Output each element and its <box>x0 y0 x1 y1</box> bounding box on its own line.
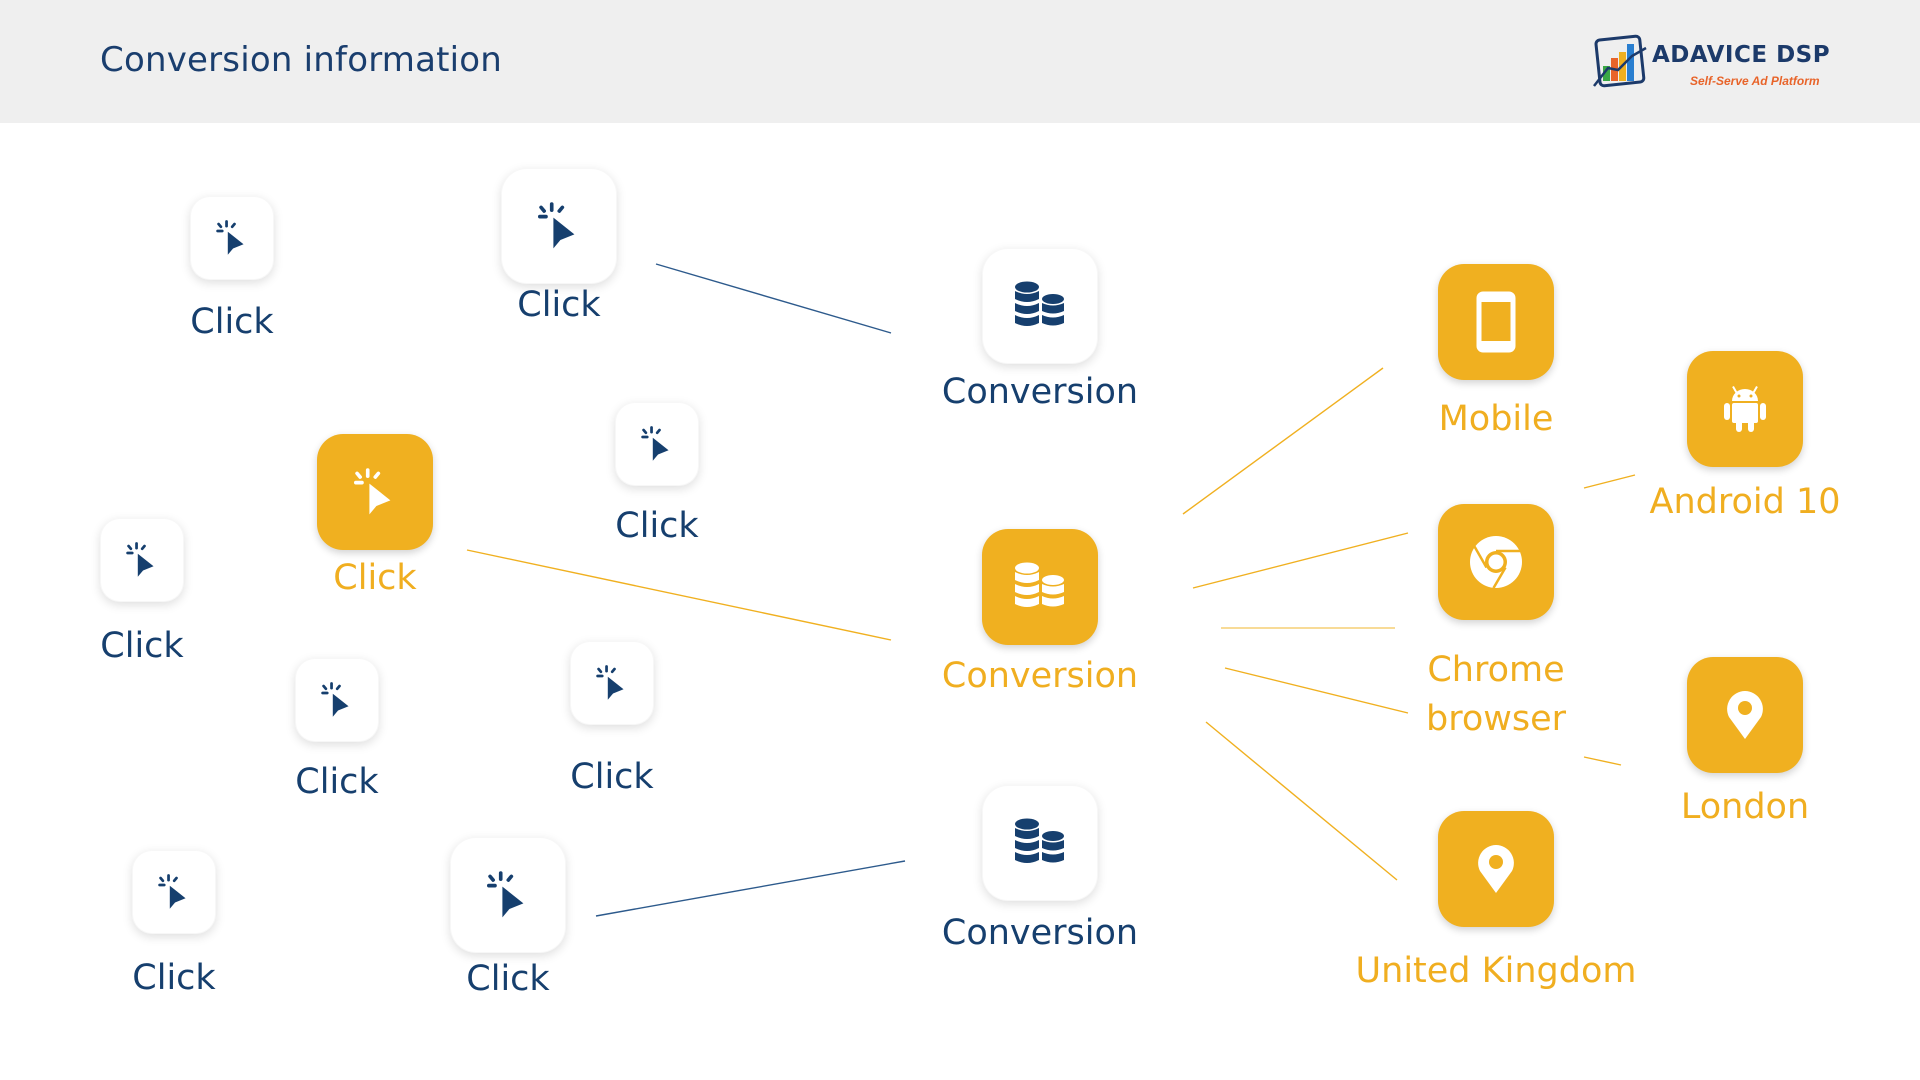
conversion-tile[interactable] <box>982 785 1098 901</box>
cursor-click-icon <box>316 679 358 721</box>
conversion-label: Conversion <box>941 656 1139 696</box>
coins-stack-icon <box>1013 561 1067 613</box>
click-label: Click <box>466 959 550 999</box>
map-pin-icon <box>1727 691 1763 739</box>
connector-conversion-to-mobile <box>1182 367 1384 515</box>
mobile-tile[interactable] <box>1438 264 1554 380</box>
connector-conversion-to-chrome-c <box>1224 667 1409 714</box>
click-tile[interactable] <box>501 168 617 284</box>
cursor-click-icon <box>153 871 195 913</box>
coins-stack-icon <box>1013 280 1067 332</box>
click-node-9[interactable]: Click <box>450 837 566 999</box>
coins-stack-icon <box>1013 817 1067 869</box>
conversion-tile[interactable] <box>982 529 1098 645</box>
click-tile[interactable] <box>132 850 216 934</box>
united-kingdom-tile[interactable] <box>1438 811 1554 927</box>
connector-chrome-to-london <box>1583 756 1622 766</box>
attribute-mobile[interactable]: Mobile <box>1438 264 1554 439</box>
connector-click-to-conversion-2 <box>466 549 892 641</box>
click-tile[interactable] <box>570 641 654 725</box>
mobile-phone-icon <box>1476 291 1516 353</box>
click-label: Click <box>295 762 379 802</box>
cursor-click-icon <box>636 423 678 465</box>
cursor-click-icon <box>211 217 253 259</box>
conversion-node-2-highlighted[interactable]: Conversion <box>942 529 1138 696</box>
click-label: Click <box>333 558 417 598</box>
click-label: Click <box>132 958 216 998</box>
click-label: Click <box>517 285 601 325</box>
click-label: Click <box>100 626 184 666</box>
click-tile[interactable] <box>615 402 699 486</box>
chrome-label-line2: browser <box>1425 699 1567 739</box>
click-node-4[interactable]: Click <box>615 402 699 546</box>
london-label: London <box>1680 787 1810 827</box>
header-bar: Conversion information ADAVICE DSP Self-… <box>0 0 1920 123</box>
conversion-node-3[interactable]: Conversion <box>942 785 1138 953</box>
click-tile[interactable] <box>317 434 433 550</box>
click-node-8[interactable]: Click <box>132 850 216 998</box>
click-tile[interactable] <box>450 837 566 953</box>
london-tile[interactable] <box>1687 657 1803 773</box>
click-tile[interactable] <box>100 518 184 602</box>
brand-logo: ADAVICE DSP Self-Serve Ad Platform <box>1592 32 1832 92</box>
logo-tagline: Self-Serve Ad Platform <box>1690 74 1820 88</box>
click-tile[interactable] <box>295 658 379 742</box>
cursor-click-icon <box>121 539 163 581</box>
united-kingdom-label: United Kingdom <box>1355 951 1637 991</box>
conversion-label: Conversion <box>941 913 1139 953</box>
click-label: Click <box>615 506 699 546</box>
cursor-click-icon <box>531 198 587 254</box>
logo-name: ADAVICE DSP <box>1652 42 1831 68</box>
mobile-label: Mobile <box>1438 399 1554 439</box>
logo-chart-icon <box>1593 34 1647 88</box>
connector-conversion-to-chrome-a <box>1192 532 1409 589</box>
click-node-1[interactable]: Click <box>190 196 274 342</box>
click-node-2[interactable]: Click <box>501 168 617 325</box>
click-node-5[interactable]: Click <box>100 518 184 666</box>
click-label: Click <box>570 757 654 797</box>
chrome-tile[interactable] <box>1438 504 1554 620</box>
android-tile[interactable] <box>1687 351 1803 467</box>
cursor-click-icon <box>591 662 633 704</box>
connector-conversion-to-uk <box>1205 721 1398 881</box>
click-tile[interactable] <box>190 196 274 280</box>
click-label: Click <box>190 302 274 342</box>
connector-mobile-to-android <box>1583 474 1636 489</box>
attribute-android-10[interactable]: Android 10 <box>1650 351 1840 522</box>
click-node-3-highlighted[interactable]: Click <box>317 434 433 598</box>
attribute-united-kingdom[interactable]: United Kingdom <box>1356 811 1636 991</box>
click-node-7[interactable]: Click <box>570 641 654 797</box>
cursor-click-icon <box>347 464 403 520</box>
attribute-chrome-browser[interactable]: Chrome browser <box>1426 504 1566 739</box>
conversion-label: Conversion <box>941 372 1139 412</box>
click-node-6[interactable]: Click <box>295 658 379 802</box>
page-title: Conversion information <box>100 40 503 80</box>
connector-click-to-conversion-1 <box>655 263 892 334</box>
attribute-london[interactable]: London <box>1681 657 1809 827</box>
android-label: Android 10 <box>1649 482 1841 522</box>
connector-click-to-conversion-3 <box>595 860 906 917</box>
chrome-label-line1: Chrome <box>1427 650 1565 690</box>
chrome-icon <box>1470 536 1522 589</box>
map-pin-icon <box>1478 845 1514 893</box>
conversion-node-1[interactable]: Conversion <box>942 248 1138 412</box>
conversion-tile[interactable] <box>982 248 1098 364</box>
cursor-click-icon <box>480 867 536 923</box>
android-icon <box>1724 386 1766 432</box>
